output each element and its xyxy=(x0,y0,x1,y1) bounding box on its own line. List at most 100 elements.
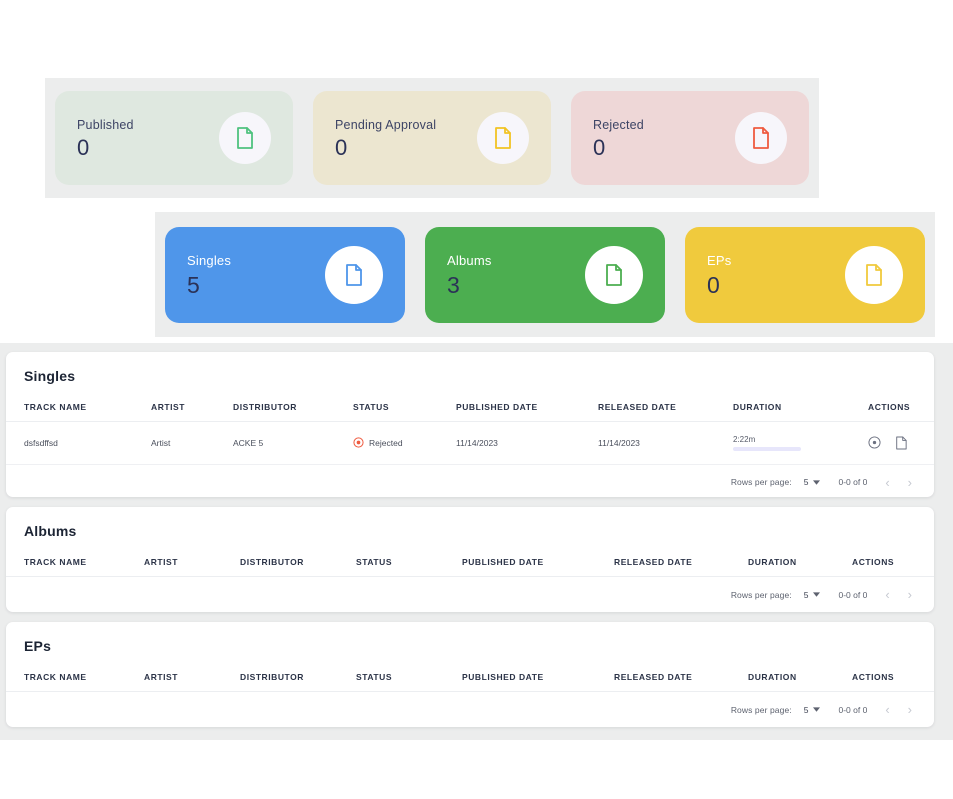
status-card-label: Pending Approval xyxy=(335,117,437,132)
albums-table: TRACK NAME ARTIST DISTRIBUTOR STATUS PUB… xyxy=(6,539,934,577)
column-header-published-date[interactable]: PUBLISHED DATE xyxy=(456,384,598,422)
column-header-status[interactable]: STATUS xyxy=(356,539,462,577)
duration-progress: 2:22m xyxy=(733,435,801,451)
albums-table-title: Albums xyxy=(24,523,77,539)
rows-per-page-value: 5 xyxy=(803,704,809,715)
status-summary-strip: Published 0 Pending Approval 0 Rejected … xyxy=(45,78,819,198)
status-card-pending-approval[interactable]: Pending Approval 0 xyxy=(313,91,551,185)
column-header-artist[interactable]: ARTIST xyxy=(144,654,240,692)
rows-per-page-value: 5 xyxy=(803,589,809,600)
pagination-range: 0-0 of 0 xyxy=(838,704,868,715)
next-page-button[interactable]: › xyxy=(908,703,912,716)
pagination-nav: ‹ › xyxy=(885,476,912,489)
status-card-rejected[interactable]: Rejected 0 xyxy=(571,91,809,185)
rows-per-page-select[interactable]: 5 xyxy=(804,590,821,600)
column-header-actions: ACTIONS xyxy=(852,539,934,577)
pagination-nav: ‹ › xyxy=(885,588,912,601)
prev-page-button[interactable]: ‹ xyxy=(885,476,889,489)
column-header-published-date[interactable]: PUBLISHED DATE xyxy=(462,654,614,692)
category-card-label: EPs xyxy=(707,252,732,268)
chevron-down-icon xyxy=(813,479,821,485)
duration-label: 2:22m xyxy=(733,435,756,444)
file-icon[interactable] xyxy=(895,436,907,450)
category-card-text: Singles 5 xyxy=(187,253,231,297)
category-summary-strip: Singles 5 Albums 3 EPs 0 xyxy=(155,212,935,337)
file-icon xyxy=(343,263,365,287)
rows-per-page-label: Rows per page: xyxy=(730,704,792,715)
rows-per-page-value: 5 xyxy=(803,477,809,487)
table-row[interactable]: dsfsdffsd Artist ACKE 5 Rejected 11/14/2… xyxy=(6,421,934,465)
category-card-value: 5 xyxy=(187,271,200,298)
column-header-track-name[interactable]: TRACK NAME xyxy=(6,654,144,692)
file-icon xyxy=(234,126,256,150)
column-header-actions: ACTIONS xyxy=(868,384,934,422)
pagination-range: 0-0 of 0 xyxy=(838,477,868,487)
cell-published-date: 11/14/2023 xyxy=(456,421,598,465)
column-header-status[interactable]: STATUS xyxy=(356,654,462,692)
category-card-value: 0 xyxy=(707,271,720,298)
table-header-row: TRACK NAME ARTIST DISTRIBUTOR STATUS PUB… xyxy=(6,539,934,577)
prev-page-button[interactable]: ‹ xyxy=(885,588,889,601)
file-icon xyxy=(750,126,772,150)
table-header-row: TRACK NAME ARTIST DISTRIBUTOR STATUS PUB… xyxy=(6,654,934,692)
pagination-range: 0-0 of 0 xyxy=(838,589,868,600)
column-header-duration[interactable]: DURATION xyxy=(748,539,852,577)
column-header-artist[interactable]: ARTIST xyxy=(151,384,233,422)
category-card-albums[interactable]: Albums 3 xyxy=(425,226,665,323)
row-actions xyxy=(868,436,934,450)
file-icon xyxy=(492,126,514,150)
column-header-duration[interactable]: DURATION xyxy=(748,654,852,692)
column-header-distributor[interactable]: DISTRIBUTOR xyxy=(240,654,356,692)
category-card-eps[interactable]: EPs 0 xyxy=(685,226,925,323)
status-badge-label: Rejected xyxy=(369,437,403,448)
eps-table-title: EPs xyxy=(24,638,52,654)
cell-track-name: dsfsdffsd xyxy=(6,421,151,465)
category-card-label: Singles xyxy=(187,252,232,268)
cell-duration: 2:22m xyxy=(733,421,868,465)
cell-status: Rejected xyxy=(353,421,456,465)
column-header-released-date[interactable]: RELEASED DATE xyxy=(614,654,748,692)
rows-per-page-select[interactable]: 5 xyxy=(804,477,821,487)
category-card-singles[interactable]: Singles 5 xyxy=(165,226,405,323)
duration-bar-track xyxy=(733,447,801,451)
singles-pagination: Rows per page: 5 0-0 of 0 ‹ › xyxy=(6,465,934,489)
column-header-distributor[interactable]: DISTRIBUTOR xyxy=(240,539,356,577)
status-card-published[interactable]: Published 0 xyxy=(55,91,293,185)
column-header-track-name[interactable]: TRACK NAME xyxy=(6,539,144,577)
status-card-text: Pending Approval 0 xyxy=(335,118,436,159)
albums-table-head: TRACK NAME ARTIST DISTRIBUTOR STATUS PUB… xyxy=(6,539,934,577)
file-icon xyxy=(863,263,885,287)
cell-artist: Artist xyxy=(151,421,233,465)
status-badge: Rejected xyxy=(353,437,456,448)
category-card-icon-badge xyxy=(585,245,643,304)
category-card-icon-badge xyxy=(325,245,383,304)
column-header-status[interactable]: STATUS xyxy=(353,384,456,422)
column-header-released-date[interactable]: RELEASED DATE xyxy=(598,384,733,422)
category-card-text: EPs 0 xyxy=(707,253,731,297)
status-card-icon-badge xyxy=(735,112,787,164)
column-header-duration[interactable]: DURATION xyxy=(733,384,868,422)
next-page-button[interactable]: › xyxy=(908,476,912,489)
status-card-icon-badge xyxy=(477,112,529,164)
eps-pagination: Rows per page: 5 0-0 of 0 ‹ › xyxy=(6,692,934,716)
chevron-down-icon xyxy=(813,592,821,597)
column-header-released-date[interactable]: RELEASED DATE xyxy=(614,539,748,577)
rejected-circle-icon xyxy=(353,437,364,448)
dashboard-page: Published 0 Pending Approval 0 Rejected … xyxy=(0,0,953,799)
pagination-nav: ‹ › xyxy=(885,703,912,716)
rows-per-page-select[interactable]: 5 xyxy=(804,705,821,715)
next-page-button[interactable]: › xyxy=(908,588,912,601)
singles-table-head: TRACK NAME ARTIST DISTRIBUTOR STATUS PUB… xyxy=(6,384,934,422)
column-header-distributor[interactable]: DISTRIBUTOR xyxy=(233,384,353,422)
chevron-down-icon xyxy=(813,707,821,712)
prev-page-button[interactable]: ‹ xyxy=(885,703,889,716)
category-card-text: Albums 3 xyxy=(447,253,492,297)
column-header-track-name[interactable]: TRACK NAME xyxy=(6,384,151,422)
column-header-artist[interactable]: ARTIST xyxy=(144,539,240,577)
column-header-published-date[interactable]: PUBLISHED DATE xyxy=(462,539,614,577)
singles-table-card: Singles TRACK NAME ARTIST DISTRIBUTOR ST… xyxy=(6,352,934,497)
eps-table-head: TRACK NAME ARTIST DISTRIBUTOR STATUS PUB… xyxy=(6,654,934,692)
status-card-value: 0 xyxy=(593,134,606,160)
file-icon xyxy=(603,263,625,287)
play-circle-icon[interactable] xyxy=(868,436,881,449)
